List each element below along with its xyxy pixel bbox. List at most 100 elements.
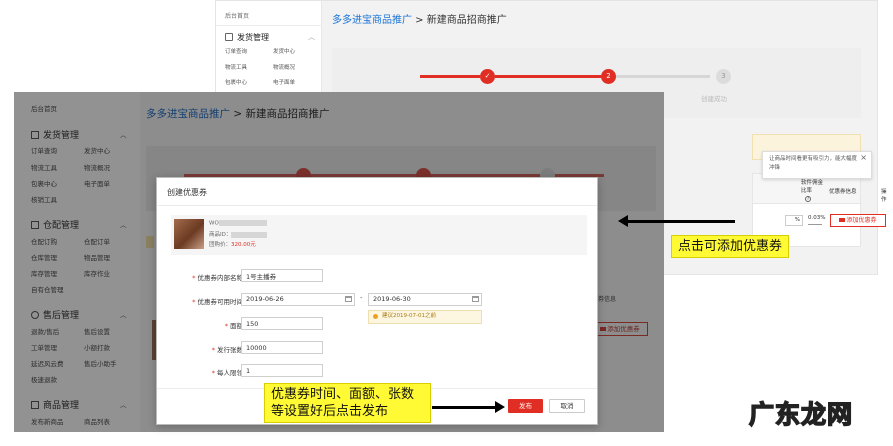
sidebar-item[interactable]: 电子面单 [84,178,110,188]
sidebar-item[interactable]: 售后小助手 [84,358,117,368]
per-user-limit-input[interactable] [241,364,323,377]
issue-count-input[interactable] [241,341,323,354]
sidebar-item[interactable]: 仓配订购 [31,236,57,246]
cancel-button[interactable]: 取消 [549,399,585,413]
sidebar-item[interactable]: 发货中心 [84,145,110,155]
sidebar-item[interactable]: 包裹中心 [31,178,57,188]
sidebar-item[interactable]: 小额打款 [84,342,110,352]
calendar-icon[interactable] [345,296,352,302]
aftersales-icon [31,311,39,319]
rate-input[interactable]: % [785,215,803,226]
page-title: 多多进宝商品推广 > 新建商品招商推广 [332,15,507,26]
sidebar-item[interactable]: 极速退款 [31,374,57,384]
chevron-up-icon[interactable]: ︿ [120,309,127,319]
add-coupon-button[interactable]: 添加优惠券 [830,214,886,227]
redacted-text [231,231,268,238]
column-header-rate: 软件佣金比率 [801,180,824,194]
sidebar-item[interactable]: 发布新商品 [31,416,64,426]
sidebar-item[interactable]: 库存管理 [31,268,57,278]
product-name: WO [209,220,267,227]
issue-count-label: * 发行张数 [211,346,243,354]
rate-value: 0.03% [808,215,826,221]
step-3-label: 创建成功 [701,95,727,103]
step-line-pending [616,75,710,78]
step-line-done [420,75,480,78]
sidebar-item[interactable]: 物流概况 [84,162,110,172]
coupon-info-header: 券信息 [598,296,617,303]
callout-publish: 优惠券时间、面额、张数 等设置好后点击发布 [264,383,431,423]
sidebar-item[interactable]: 物流概况 [273,63,295,71]
sidebar-section-products[interactable]: 商品管理 [31,398,79,411]
end-date-input[interactable]: 2019-06-30 [368,293,482,306]
dim-warning-edge [146,236,154,248]
sidebar-item[interactable]: 核销工具 [31,194,57,204]
product-meta: 商品ID： [209,230,268,238]
sidebar-item[interactable]: 包裹中心 [225,78,247,86]
sidebar-item[interactable]: 延迟风云费 [31,358,64,368]
shipping-icon [225,33,233,41]
shipping-icon [31,131,39,139]
dim-sidebar: 后台首页 发货管理 ︿ 订单查询 发货中心 物流工具 物流概况 包裹中心 电子面… [14,92,140,432]
breadcrumb-current: 新建商品招商推广 [426,15,507,26]
warning-icon [373,314,378,319]
dim-add-coupon-button[interactable]: 添加优惠券 [592,322,648,336]
close-icon[interactable]: × [860,153,867,162]
sidebar-item[interactable]: 商品列表 [84,416,110,426]
sidebar-item[interactable]: 库存作业 [84,268,110,278]
products-icon [31,401,39,409]
sidebar-item[interactable]: 物流工具 [31,162,57,172]
coupon-period-label: * 优惠券可用时间 [192,298,243,306]
sidebar-section-shipping[interactable]: 发货管理 [225,32,269,43]
step-2-dot: 2 [601,69,616,84]
help-icon[interactable]: ? [805,196,811,202]
coupon-icon [839,218,846,222]
coupon-name-input[interactable] [241,269,323,282]
breadcrumb-current: 新建商品招商推广 [245,108,330,120]
sidebar-item[interactable]: 物流工具 [225,63,247,71]
sidebar-home-link[interactable]: 后台首页 [225,11,249,20]
sidebar-item[interactable]: 电子面单 [273,78,295,86]
sidebar-item[interactable]: 仓配订单 [84,236,110,246]
chevron-up-icon[interactable]: ︿ [120,129,127,139]
product-thumbnail [174,219,204,249]
sidebar-item[interactable]: 工单管理 [31,342,57,352]
page-title: 多多进宝商品推广 > 新建商品招商推广 [146,108,330,120]
breadcrumb-link[interactable]: 多多进宝商品推广 [146,108,230,120]
arrow-line [432,406,496,409]
dialog-divider [157,205,597,206]
sidebar-item[interactable]: 仓库管理 [31,252,57,262]
coupon-icon [600,327,607,331]
sidebar-section-warehouse[interactable]: 仓配管理 [31,218,79,231]
sidebar-item[interactable]: 订单查询 [31,145,57,155]
sidebar-item[interactable]: 物品管理 [84,252,110,262]
chevron-up-icon[interactable]: ︿ [120,219,127,229]
watermark: 广东龙网 [748,399,854,430]
product-price: 320.00元 [231,242,256,248]
sidebar-item[interactable]: 退款/售后 [31,326,59,336]
product-card: WO 商品ID： 团购价：320.00元 [171,215,587,255]
calendar-icon[interactable] [472,296,479,302]
per-user-limit-label: * 每人限领 [211,369,243,377]
sidebar-item[interactable]: 订单查询 [225,47,247,55]
chevron-up-icon[interactable]: ︿ [308,32,315,42]
date-separator: - [360,294,363,302]
sidebar-divider [216,25,322,26]
arrow-line [627,220,735,223]
breadcrumb-link[interactable]: 多多进宝商品推广 [332,15,412,26]
sidebar-section-aftersales[interactable]: 售后管理 [31,308,79,321]
amount-input[interactable] [241,317,323,330]
arrow-right-icon [495,401,505,413]
step-3-dot: 3 [716,69,731,84]
sidebar-section-shipping[interactable]: 发货管理 [31,128,79,141]
sidebar-item[interactable]: 发货中心 [273,47,295,55]
column-header-coupon: 优惠券信息 [829,189,857,195]
warehouse-icon [31,221,39,229]
sidebar-item[interactable]: 售后设置 [84,326,110,336]
callout-add-coupon: 点击可添加优惠券 [671,235,790,258]
publish-button[interactable]: 发布 [508,399,543,413]
amount-label: * 面额 [224,322,243,330]
sidebar-item[interactable]: 自有仓管理 [31,284,64,294]
chevron-up-icon[interactable]: ︿ [120,399,127,409]
sidebar-home-link[interactable]: 后台首页 [31,103,57,113]
start-date-input[interactable]: 2019-06-26 [241,293,355,306]
